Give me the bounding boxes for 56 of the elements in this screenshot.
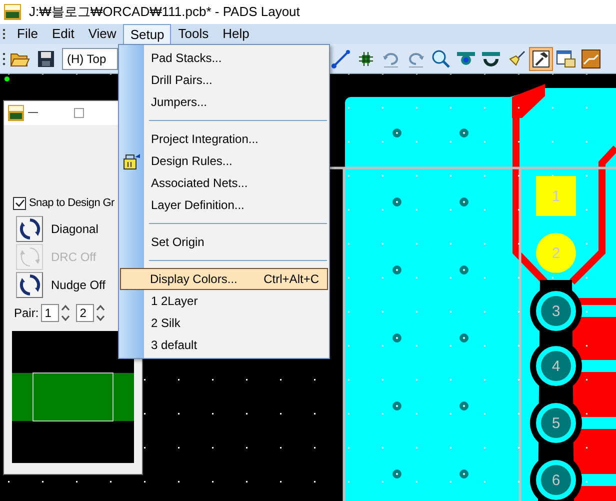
menu-item[interactable]: Layer Definition... [120, 194, 328, 216]
menu-item[interactable]: View [81, 24, 124, 44]
menu-item[interactable]: Associated Nets... [120, 172, 328, 194]
menu-item[interactable]: Project Integration... [120, 128, 328, 150]
pad-number: 5 [552, 416, 560, 430]
layer-dropdown[interactable]: (H) Top [62, 48, 118, 70]
line-icon [331, 48, 351, 68]
menu-item[interactable]: Help [216, 24, 256, 44]
rotate-icon [18, 246, 40, 268]
menu-item[interactable]: Design Rules... [120, 150, 328, 172]
check-icon [14, 198, 25, 209]
button-label: DRC Off [51, 248, 96, 266]
minimize-icon[interactable] [28, 112, 38, 114]
pair-label: Pair: [14, 304, 39, 322]
pad-number: 6 [552, 472, 560, 488]
grip-icon [3, 50, 6, 66]
menu-item[interactable]: 1 2Layer [120, 290, 328, 312]
menu-item[interactable]: Tools [171, 24, 216, 44]
rotate-icon [18, 274, 40, 296]
window-icon [556, 48, 576, 68]
button-label: Diagonal [51, 220, 98, 238]
pad-number: 1 [552, 188, 560, 204]
toolbar-button[interactable] [579, 46, 603, 70]
menu-item[interactable]: Jumpers... [120, 91, 328, 113]
rotate-button[interactable] [16, 216, 43, 242]
toolbar-button[interactable] [529, 46, 553, 70]
pad-number: 4 [552, 358, 560, 374]
pair-field[interactable]: 2 [76, 304, 94, 322]
grip-icon [3, 27, 6, 41]
maximize-icon[interactable] [74, 108, 84, 118]
rotate-icon [18, 218, 40, 240]
checkbox-label: Snap to Design Gr [29, 196, 114, 211]
hammer-icon [531, 48, 551, 68]
menu-item[interactable]: Display Colors... Ctrl+Alt+C [120, 268, 328, 290]
logo-icon [581, 48, 601, 68]
menu-item[interactable]: Drill Pairs... [120, 69, 328, 91]
menu-item[interactable]: Pad Stacks... [120, 47, 328, 69]
menu-item[interactable]: File [10, 24, 45, 44]
menu-item[interactable]: Edit [44, 24, 82, 44]
spinner-icon[interactable] [96, 302, 105, 322]
pad-number: 3 [552, 304, 560, 318]
checkbox[interactable] [13, 196, 26, 210]
app-logo-icon [8, 105, 24, 121]
pad-number: 2 [552, 246, 560, 260]
rules-icon [123, 153, 141, 170]
window-title: J:₩블로그₩ORCAD₩111.pcb* - PADS Layout [29, 3, 300, 22]
button-label: Nudge Off [51, 276, 106, 294]
app-logo-icon [4, 4, 21, 20]
pair-field[interactable]: 1 [40, 304, 59, 322]
spinner-icon[interactable] [60, 302, 70, 322]
menu-item[interactable]: Set Origin [120, 231, 328, 253]
rotate-button[interactable] [16, 272, 43, 298]
menu-item[interactable]: 3 default [120, 334, 328, 356]
menu-item[interactable]: Setup [123, 24, 172, 44]
menu-item[interactable]: 2 Silk [120, 312, 328, 334]
magnifier-icon [431, 48, 451, 68]
